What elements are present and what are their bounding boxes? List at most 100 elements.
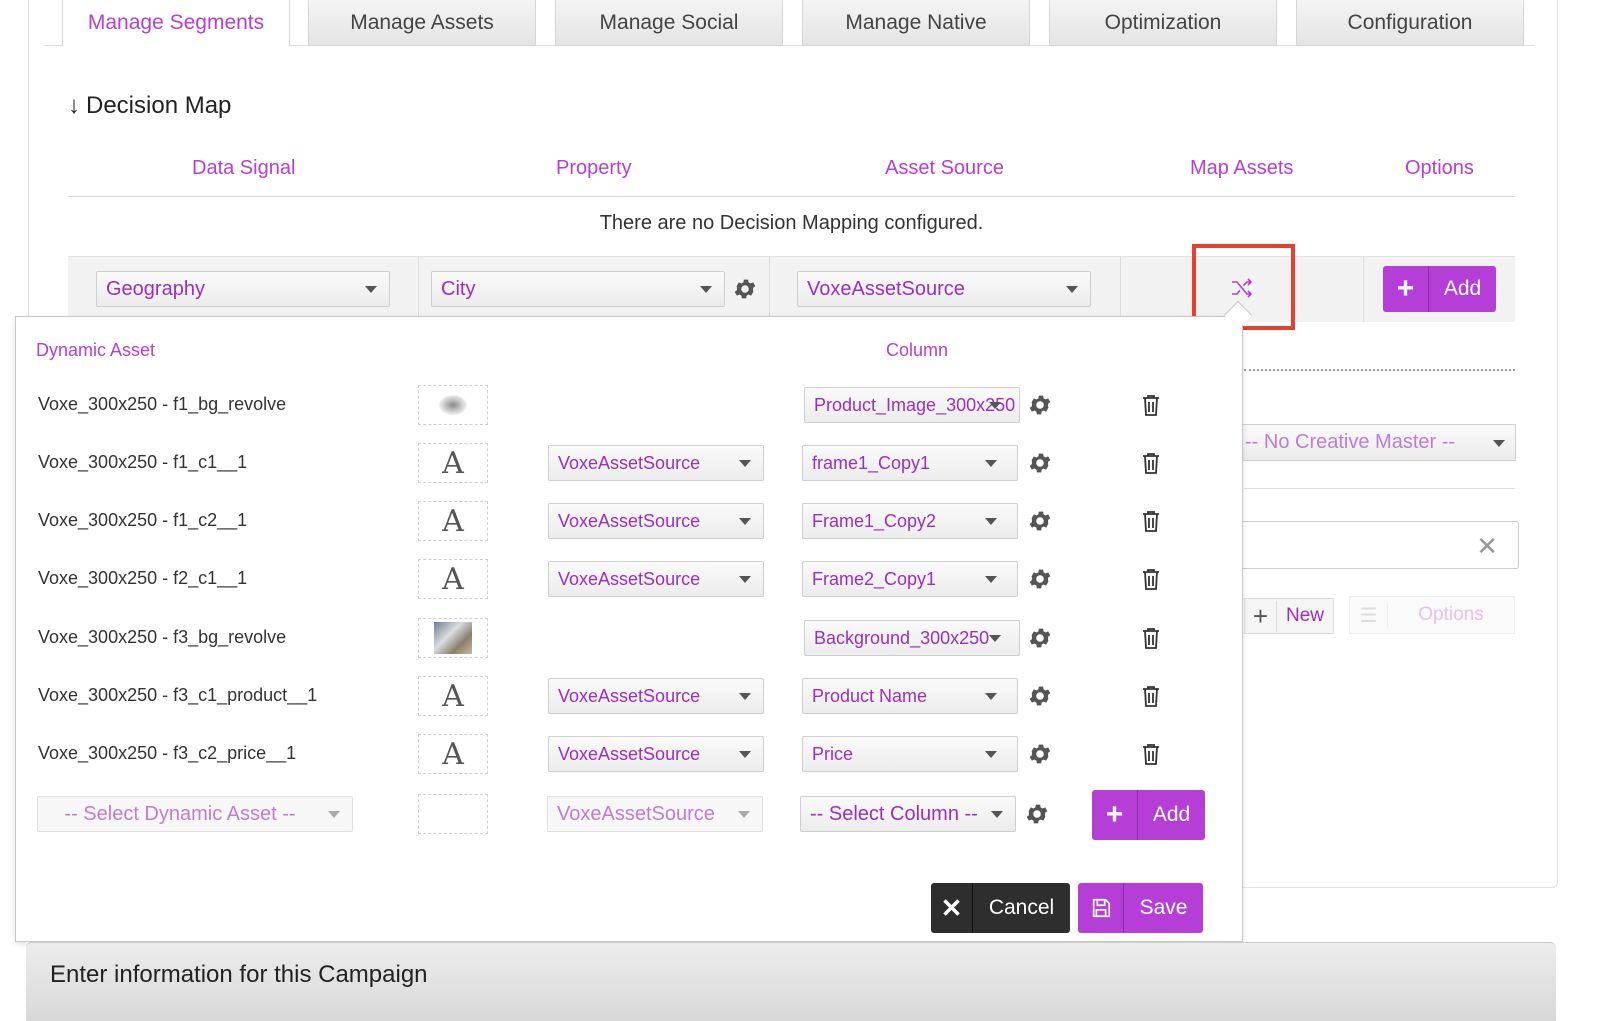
asset-source-select[interactable]: VoxeAssetSource (548, 561, 764, 597)
add-mapping-button[interactable]: + Add (1383, 266, 1496, 312)
plus-icon: + (1383, 266, 1429, 312)
column-header-map-assets: Map Assets (1190, 157, 1294, 179)
column-settings-gear-icon[interactable] (1027, 508, 1053, 534)
asset-source-select[interactable]: VoxeAssetSource (548, 445, 764, 481)
chevron-down-icon (739, 576, 751, 583)
text-asset-glyph: A (442, 561, 464, 597)
column-select[interactable]: Frame2_Copy1 (802, 561, 1018, 597)
clear-icon[interactable]: ✕ (1476, 531, 1498, 562)
select-column[interactable]: -- Select Column -- (800, 796, 1016, 832)
dynamic-asset-name: Voxe_300x250 - f1_bg_revolve (38, 394, 287, 414)
trash-icon[interactable] (1141, 627, 1161, 649)
close-icon: ✕ (931, 883, 973, 933)
column-settings-gear-icon[interactable] (1027, 741, 1053, 767)
floppy-disk-icon (1078, 883, 1124, 933)
select-column-placeholder: -- Select Column -- (810, 802, 978, 825)
plus-icon: + (1245, 600, 1277, 632)
cancel-button[interactable]: ✕ Cancel (931, 883, 1070, 933)
tab-manage-native[interactable]: Manage Native (802, 0, 1030, 46)
trash-icon[interactable] (1141, 685, 1161, 707)
new-label: New (1285, 605, 1324, 626)
column-settings-gear-icon[interactable] (1027, 625, 1053, 651)
chevron-down-icon (989, 402, 1001, 409)
column-value: Frame1_Copy2 (812, 510, 937, 531)
add-asset-mapping-button[interactable]: + Add (1092, 790, 1205, 840)
column-select[interactable]: Product_Image_300x250 (804, 387, 1020, 423)
trash-icon[interactable] (1141, 510, 1161, 532)
dynamic-asset-name: Voxe_300x250 - f3_bg_revolve (38, 627, 287, 647)
column-settings-gear-icon[interactable] (1027, 392, 1053, 418)
column-settings-gear-icon[interactable] (1027, 450, 1053, 476)
trash-icon[interactable] (1141, 743, 1161, 765)
new-button[interactable]: + New (1244, 598, 1334, 634)
chevron-down-icon (739, 518, 751, 525)
asset-source-value: VoxeAssetSource (558, 452, 701, 473)
new-row-source-select[interactable]: VoxeAssetSource (547, 796, 763, 832)
dynamic-asset-name: Voxe_300x250 - f1_c1__1 (38, 452, 248, 472)
tab-manage-assets[interactable]: Manage Assets (308, 0, 536, 46)
cancel-label: Cancel (988, 896, 1055, 919)
options-label: Options (1418, 604, 1484, 625)
asset-source-value: VoxeAssetSource (558, 568, 701, 589)
column-header-data-signal: Data Signal (192, 157, 296, 179)
column-settings-gear-icon[interactable] (1027, 566, 1053, 592)
asset-source-select[interactable]: VoxeAssetSource (548, 678, 764, 714)
property-settings-gear-icon[interactable] (732, 276, 758, 302)
divider (1244, 488, 1515, 489)
column-select[interactable]: Price (802, 736, 1018, 772)
column-settings-gear-icon[interactable] (1024, 801, 1050, 827)
tab-optimization[interactable]: Optimization (1049, 0, 1277, 46)
chevron-down-icon (991, 811, 1003, 818)
asset-source-select[interactable]: VoxeAssetSource (548, 736, 764, 772)
tab-manage-segments[interactable]: Manage Segments (62, 0, 290, 47)
column-select[interactable]: Background_300x250 (804, 620, 1020, 656)
column-header-asset-source: Asset Source (885, 157, 1004, 179)
chevron-down-icon (985, 751, 997, 758)
property-select[interactable]: City (431, 271, 725, 307)
trash-icon[interactable] (1141, 452, 1161, 474)
row-divider (769, 256, 770, 322)
asset-source-value: VoxeAssetSource (558, 510, 701, 531)
decision-map-title-text: Decision Map (86, 92, 232, 119)
data-signal-select[interactable]: Geography (96, 271, 390, 307)
save-button[interactable]: Save (1078, 883, 1203, 933)
decision-map-title[interactable]: ↓ Decision Map (68, 92, 231, 120)
column-value: Background_300x250 (814, 627, 990, 648)
chevron-down-icon (739, 460, 751, 467)
add-asset-mapping-label: Add (1152, 803, 1191, 826)
asset-thumbnail: A (418, 676, 488, 716)
tab-configuration[interactable]: Configuration (1296, 0, 1524, 46)
header-divider (68, 196, 1515, 197)
chevron-down-icon (985, 460, 997, 467)
trash-icon[interactable] (1141, 568, 1161, 590)
shuffle-map-assets-icon[interactable] (1230, 277, 1254, 299)
campaign-info-title: Enter information for this Campaign (50, 961, 428, 988)
column-settings-gear-icon[interactable] (1027, 683, 1053, 709)
column-value: Product_Image_300x250 (814, 394, 1016, 415)
asset-preview-empty (418, 794, 488, 834)
column-value: frame1_Copy1 (812, 452, 931, 473)
select-dynamic-asset[interactable]: -- Select Dynamic Asset -- (37, 796, 353, 832)
column-select[interactable]: frame1_Copy1 (802, 445, 1018, 481)
column-select[interactable]: Product Name (802, 678, 1018, 714)
dynamic-asset-name: Voxe_300x250 - f1_c2__1 (38, 510, 248, 530)
trash-icon[interactable] (1141, 394, 1161, 416)
tab-manage-social[interactable]: Manage Social (555, 0, 783, 46)
dotted-divider (1244, 369, 1515, 371)
asset-source-select[interactable]: VoxeAssetSource (548, 503, 764, 539)
background-text-input[interactable]: ✕ (1236, 521, 1519, 569)
new-row-source-value: VoxeAssetSource (557, 802, 715, 825)
options-button[interactable]: ☰ Options (1349, 596, 1515, 634)
dynamic-asset-name: Voxe_300x250 - f3_c1_product__1 (38, 685, 318, 705)
creative-master-select[interactable]: -- No Creative Master -- (1236, 424, 1516, 461)
chevron-down-icon (328, 811, 340, 818)
column-select[interactable]: Frame1_Copy2 (802, 503, 1018, 539)
asset-source-select[interactable]: VoxeAssetSource (797, 271, 1091, 307)
campaign-info-bar[interactable]: Enter information for this Campaign (26, 942, 1556, 1021)
asset-thumbnail: A (418, 443, 488, 483)
dynamic-asset-name: Voxe_300x250 - f3_c2_price__1 (38, 743, 297, 763)
plus-icon: + (1092, 790, 1138, 840)
chevron-down-icon (989, 635, 1001, 642)
asset-source-value: VoxeAssetSource (807, 277, 965, 300)
column-header-property: Property (556, 157, 632, 179)
